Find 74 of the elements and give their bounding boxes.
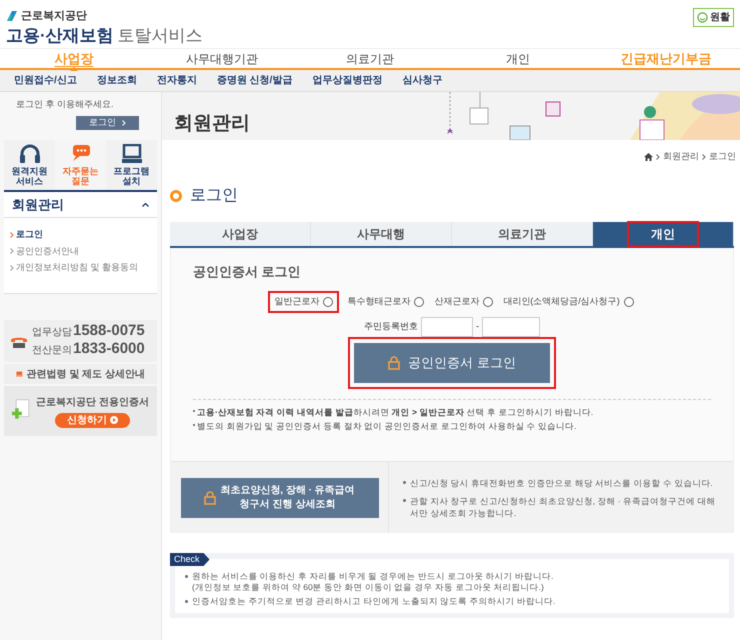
status-badge: 원활 (693, 8, 734, 27)
lock-icon (204, 490, 216, 504)
home-icon (644, 152, 653, 161)
ssn-back-field[interactable] (482, 316, 540, 336)
page-title: 로그인 (190, 186, 238, 206)
tab[interactable]: 사무대행 (311, 222, 452, 246)
login-note: 별도의 회원가입 및 공인인증서 등록 절차 없이 공인인증서로 로그인하여 사용하실 수 있습니다. (197, 420, 576, 433)
sidebar-menu-item[interactable]: 공인인증서안내 (10, 244, 157, 258)
bullet-icon (403, 480, 406, 484)
phone-number: 1588-0075 (73, 323, 145, 339)
sub-nav-item[interactable]: 민원접수/신고 (14, 73, 77, 88)
smiley-icon (697, 12, 708, 23)
check-note: 인증서암호는 주기적으로 변경 관리하시고 타인에게 노출되지 않도록 주의하시기 바랍니다. (192, 596, 556, 607)
sidebar-menu-item[interactable]: 개인정보처리방침 및 활용동의 (10, 261, 157, 274)
bullet-icon (185, 600, 188, 603)
play-icon (110, 416, 118, 424)
quick-link[interactable]: 프로그램 설치 (106, 140, 157, 190)
collapse-icon (142, 202, 149, 206)
laptop-icon (16, 369, 23, 379)
org-name: 근로복지공단 (21, 9, 87, 24)
breadcrumb-link[interactable]: 회원관리 (663, 150, 699, 164)
monitor-icon (120, 144, 142, 164)
sub-nav-item[interactable]: 업무상질병판정 (312, 73, 382, 88)
phone-number: 1833-6000 (73, 341, 145, 357)
chevron-icon (702, 154, 706, 160)
bullet-icon (170, 190, 182, 202)
user-type-radio[interactable]: 대리인(소액체당금/심사청구) (503, 295, 634, 308)
banner: 회원관리 (162, 92, 740, 140)
bullet-icon (403, 498, 406, 502)
site-subtitle: 토탈서비스 (118, 26, 203, 44)
check-label: Check (170, 553, 210, 566)
bullet-icon (185, 575, 188, 578)
claim-note: 관할 지사 창구로 신고/신청하신 최초요양신청, 장해 · 유족급여청구건에 대해서만 상세조회 가능합니다. (410, 494, 716, 518)
user-type-radio[interactable]: 산재근로자 (434, 295, 494, 308)
sidebar-login-button[interactable]: 로그인 (76, 116, 139, 130)
sidebar-menu-item[interactable]: 로그인 (10, 228, 157, 242)
chevron-icon (10, 232, 14, 238)
sub-nav-item[interactable]: 증명원 신청/발급 (216, 73, 292, 88)
user-type-radio[interactable]: 특수형태근로자 (347, 295, 424, 308)
lock-icon (388, 356, 400, 370)
breadcrumb-link[interactable]: 로그인 (709, 150, 736, 164)
login-note: 고용·산재보험 자격 이력 내역서를 발급하시려면 개인 > 일반근로자 선택 후 로그인하시기 바랍니다. (197, 406, 594, 418)
main-nav-item[interactable]: 의료기관 (346, 49, 394, 69)
claim-inquiry-button[interactable]: 최초요양신청, 장해 · 유족급여 청구서 진행 상세조회 (180, 478, 378, 518)
chevron-icon (122, 120, 126, 126)
site-title: 고용·산재보험 (6, 26, 114, 44)
tab[interactable]: 의료기관 (452, 222, 593, 246)
headset-icon (18, 144, 40, 164)
chevron-icon (10, 248, 14, 254)
tab[interactable]: 개인 (593, 222, 734, 246)
main-nav-item[interactable]: 사무대행기관 (186, 49, 258, 69)
phone-label: 업무상담 (32, 326, 72, 340)
phone-label: 전산문의 (32, 344, 72, 358)
ssn-label: 주민등록번호 (364, 320, 418, 333)
sidebar-section-title: 회원관리 (12, 196, 64, 214)
claim-note: 신고/신청 당시 휴대전화번호 인증만으로 해당 서비스를 이용할 수 있습니다. (410, 476, 713, 488)
tab[interactable]: 사업장 (170, 222, 311, 246)
sub-nav-item[interactable]: 정보조회 (96, 73, 137, 88)
certificate-title: 근로복지공단 전용인증서 (36, 396, 149, 410)
quick-link[interactable]: 원격지원 서비스 (4, 140, 55, 190)
ssn-front-field[interactable] (421, 316, 473, 336)
section-title: 공인인증서 로그인 (193, 262, 302, 280)
logo-icon (6, 10, 18, 22)
ssn-separator: - (476, 320, 479, 333)
certificate-login-button[interactable]: 공인인증서 로그인 (354, 342, 550, 382)
sub-nav-item[interactable]: 전자통지 (156, 73, 197, 88)
main-nav-item[interactable]: 개인 (506, 49, 530, 69)
user-type-radio[interactable]: 일반근로자 (270, 293, 338, 310)
check-note: 원하는 서비스를 이용하신 후 자리를 비우게 될 경우에는 반드시 로그아웃 하시기 바랍니다. (개인정보 보호를 위하여 약 60분 동안 화면 이동이 없을 경우 자동 로그아웃 처리됩니다.) (192, 571, 554, 593)
chevron-icon (656, 154, 660, 160)
law-info-link[interactable]: 관련법령 및 제도 상세안내 (4, 364, 157, 384)
login-prompt: 로그인 후 이용해주세요. (16, 98, 115, 111)
sub-nav-item[interactable]: 심사청구 (402, 73, 442, 88)
chevron-icon (10, 264, 14, 271)
